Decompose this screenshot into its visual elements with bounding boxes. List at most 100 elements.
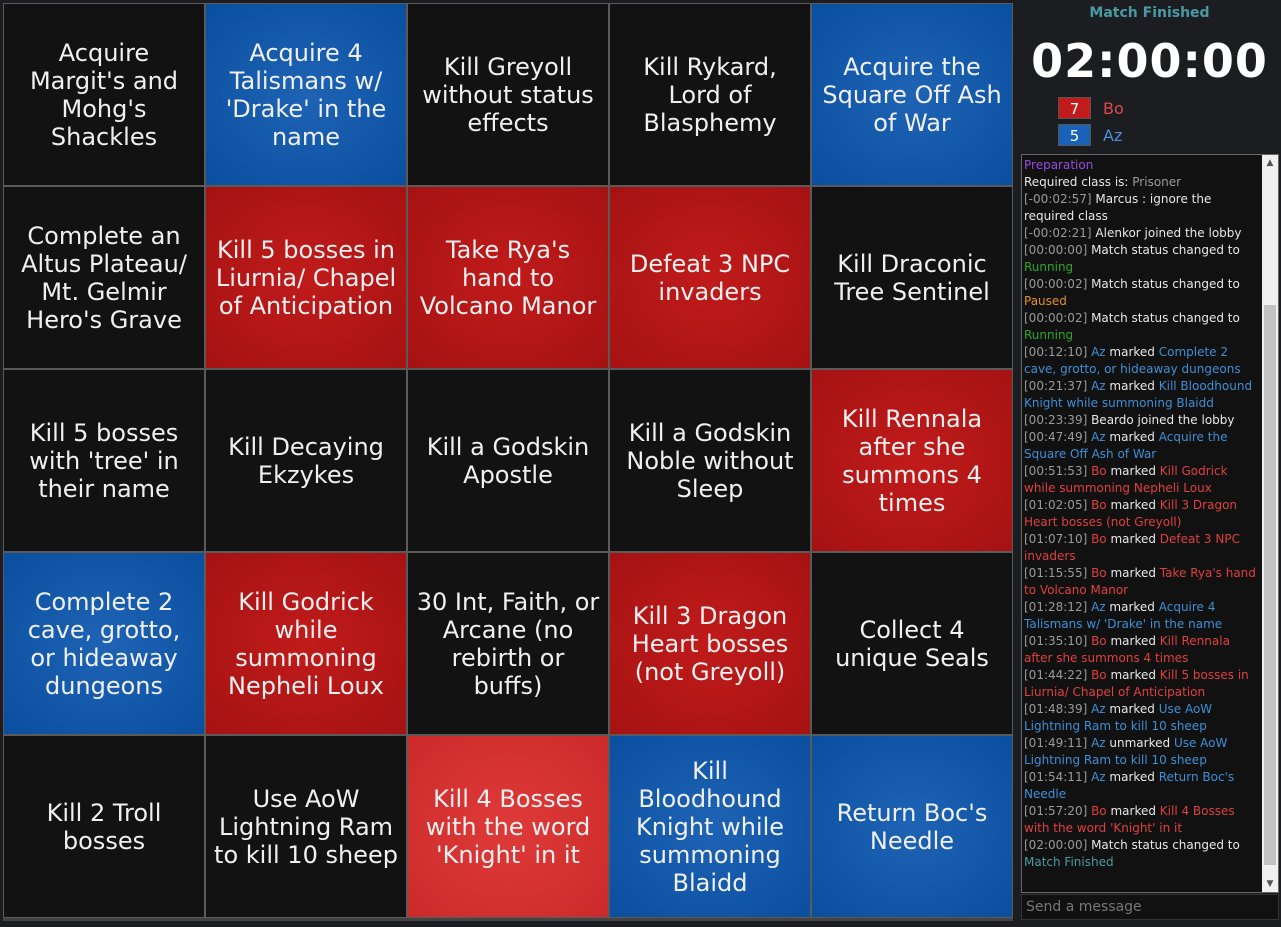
chat-message: [01:57:20] Bo marked Kill 4 Bosses with … xyxy=(1024,803,1262,837)
bingo-cell-label: Complete an Altus Plateau/ Mt. Gelmir He… xyxy=(21,221,187,334)
chat-message-part: [00:00:02] xyxy=(1024,277,1092,291)
chat-message-part: Az xyxy=(1091,600,1106,614)
chat-message-part: marked xyxy=(1106,464,1160,478)
chat-message-part: [00:00:02] xyxy=(1024,311,1092,325)
chat-message: [-00:02:21] Alenkor joined the lobby xyxy=(1024,225,1262,242)
chat-message-part: [01:44:22] xyxy=(1024,668,1092,682)
chat-message-part: Bo xyxy=(1091,634,1107,648)
chat-message-part: Bo xyxy=(1091,804,1107,818)
bingo-cell[interactable]: Kill 2 Troll bosses xyxy=(3,735,205,918)
bingo-cell-label: Kill 5 bosses in Liurnia/ Chapel of Anti… xyxy=(215,235,397,320)
chat-message-part: marked xyxy=(1105,345,1159,359)
bingo-cell-label: Complete 2 cave, grotto, or hideaway dun… xyxy=(27,587,181,700)
bingo-cell[interactable]: Kill 4 Bosses with the word 'Knight' in … xyxy=(407,735,609,918)
chat-message: [00:12:10] Az marked Complete 2 cave, gr… xyxy=(1024,344,1262,378)
chat-message-part: Bo xyxy=(1091,498,1107,512)
bingo-cell[interactable]: 30 Int, Faith, or Arcane (no rebirth or … xyxy=(407,552,609,735)
bingo-cell[interactable]: Kill a Godskin Noble without Sleep xyxy=(609,369,811,552)
bingo-cell[interactable]: Defeat 3 NPC invaders xyxy=(609,186,811,369)
chat-panel: Preparation Required class is: Prisoner [-… xyxy=(1021,154,1279,893)
chat-message-part: marked xyxy=(1105,770,1159,784)
bingo-cell[interactable]: Kill Decaying Ekzykes xyxy=(205,369,407,552)
bingo-cell[interactable]: Kill Draconic Tree Sentinel xyxy=(811,186,1013,369)
bingo-cell[interactable]: Acquire Margit's and Mohg's Shackles xyxy=(3,3,205,186)
bingo-cell-label: Use AoW Lightning Ram to kill 10 sheep xyxy=(214,784,398,869)
bingo-cell-label: Kill Bloodhound Knight while summoning B… xyxy=(635,756,785,897)
chat-message: [01:44:22] Bo marked Kill 5 bosses in Li… xyxy=(1024,667,1262,701)
chat-message-part: Running xyxy=(1024,328,1074,342)
chat-message: [00:23:39] Beardo joined the lobby xyxy=(1024,412,1262,429)
chat-message-part: [01:48:39] xyxy=(1024,702,1092,716)
bingo-cell[interactable]: Acquire the Square Off Ash of War xyxy=(811,3,1013,186)
bingo-cell[interactable]: Collect 4 unique Seals xyxy=(811,552,1013,735)
team-az-name: Az xyxy=(1103,125,1123,145)
chat-message-part: [00:12:10] xyxy=(1024,345,1092,359)
chat-message: [00:51:53] Bo marked Kill Godrick while … xyxy=(1024,463,1262,497)
bingo-cell[interactable]: Kill Rennala after she summons 4 times xyxy=(811,369,1013,552)
team-az-row: 5 Az xyxy=(1058,124,1122,146)
bingo-cell-label: Kill Greyoll without status effects xyxy=(422,52,594,137)
bingo-cell[interactable]: Take Rya's hand to Volcano Manor xyxy=(407,186,609,369)
chat-message: [00:00:02] Match status changed to Runni… xyxy=(1024,310,1262,344)
bingo-cell-label: Acquire Margit's and Mohg's Shackles xyxy=(29,38,179,151)
chat-message-part: marked xyxy=(1105,379,1159,393)
team-bo-name: Bo xyxy=(1103,98,1124,118)
chat-message-part: [01:35:10] xyxy=(1024,634,1092,648)
bingo-cell-label: Take Rya's hand to Volcano Manor xyxy=(419,235,597,320)
chat-message-part: marked xyxy=(1106,804,1160,818)
chat-message-part: marked xyxy=(1106,532,1160,546)
chat-message: [01:48:39] Az marked Use AoW Lightning R… xyxy=(1024,701,1262,735)
chat-message-part: Az xyxy=(1091,379,1106,393)
chat-message: [01:07:10] Bo marked Defeat 3 NPC invade… xyxy=(1024,531,1262,565)
chat-message-part: Match status changed to xyxy=(1091,277,1240,291)
chat-message-part: marked xyxy=(1106,498,1160,512)
bingo-cell-label: Defeat 3 NPC invaders xyxy=(629,249,791,306)
chat-message-part: Running xyxy=(1024,260,1074,274)
chat-message-part: [02:00:00] xyxy=(1024,838,1092,852)
bingo-cell[interactable]: Acquire 4 Talismans w/ 'Drake' in the na… xyxy=(205,3,407,186)
chat-log[interactable]: Preparation Required class is: Prisoner [-… xyxy=(1022,155,1262,892)
chat-message-part: [00:23:39] xyxy=(1024,413,1092,427)
bingo-cell[interactable]: Kill 5 bosses with 'tree' in their name xyxy=(3,369,205,552)
chat-message-part: Bo xyxy=(1091,532,1107,546)
bingo-cell[interactable]: Kill Rykard, Lord of Blasphemy xyxy=(609,3,811,186)
chat-scrollbar[interactable]: ▲ ▼ xyxy=(1262,155,1278,892)
chat-message-part: marked xyxy=(1105,702,1159,716)
bingo-cell[interactable]: Use AoW Lightning Ram to kill 10 sheep xyxy=(205,735,407,918)
chat-message-part: unmarked xyxy=(1105,736,1174,750)
chat-message-part: Bo xyxy=(1091,668,1107,682)
chat-message: Required class is: Prisoner xyxy=(1024,174,1262,191)
bingo-cell[interactable]: Complete 2 cave, grotto, or hideaway dun… xyxy=(3,552,205,735)
bingo-cell-label: Kill 5 bosses with 'tree' in their name xyxy=(29,418,179,503)
chat-message-input[interactable] xyxy=(1021,894,1279,920)
bingo-cell[interactable]: Kill 5 bosses in Liurnia/ Chapel of Anti… xyxy=(205,186,407,369)
chat-message-part: Az xyxy=(1091,345,1106,359)
scroll-up-arrow-icon[interactable]: ▲ xyxy=(1262,155,1278,171)
chat-message-part: [00:00:00] xyxy=(1024,243,1092,257)
bingo-cell[interactable]: Return Boc's Needle xyxy=(811,735,1013,918)
bingo-cell-label: Kill 3 Dragon Heart bosses (not Greyoll) xyxy=(631,601,789,686)
chat-message-part: Match Finished xyxy=(1024,855,1114,869)
chat-message-part: [-00:02:57] xyxy=(1024,192,1096,206)
chat-message-part: Az xyxy=(1091,736,1106,750)
bingo-cell[interactable]: Kill Godrick while summoning Nepheli Lou… xyxy=(205,552,407,735)
chat-message-part: marked xyxy=(1106,634,1160,648)
chat-message-part: Az xyxy=(1091,702,1106,716)
chat-message-part: [01:15:55] xyxy=(1024,566,1092,580)
chat-message-part: Bo xyxy=(1091,464,1107,478)
scroll-down-arrow-icon[interactable]: ▼ xyxy=(1262,876,1278,892)
bingo-cell[interactable]: Kill 3 Dragon Heart bosses (not Greyoll) xyxy=(609,552,811,735)
bingo-cell[interactable]: Kill Bloodhound Knight while summoning B… xyxy=(609,735,811,918)
scrollbar-thumb[interactable] xyxy=(1264,305,1276,865)
bingo-cell-label: Acquire 4 Talismans w/ 'Drake' in the na… xyxy=(225,38,387,151)
chat-message-part: Match status changed to xyxy=(1091,838,1240,852)
bingo-cell[interactable]: Kill Greyoll without status effects xyxy=(407,3,609,186)
bingo-cell-label: Kill a Godskin Noble without Sleep xyxy=(626,418,794,503)
chat-message-part: Prisoner xyxy=(1132,175,1182,189)
chat-message: [00:47:49] Az marked Acquire the Square … xyxy=(1024,429,1262,463)
match-timer: 02:00:00 xyxy=(1031,34,1268,88)
bingo-cell[interactable]: Kill a Godskin Apostle xyxy=(407,369,609,552)
bingo-cell[interactable]: Complete an Altus Plateau/ Mt. Gelmir He… xyxy=(3,186,205,369)
bingo-cell-label: Kill Rykard, Lord of Blasphemy xyxy=(643,52,777,137)
bingo-cell-label: Kill a Godskin Apostle xyxy=(426,432,590,489)
